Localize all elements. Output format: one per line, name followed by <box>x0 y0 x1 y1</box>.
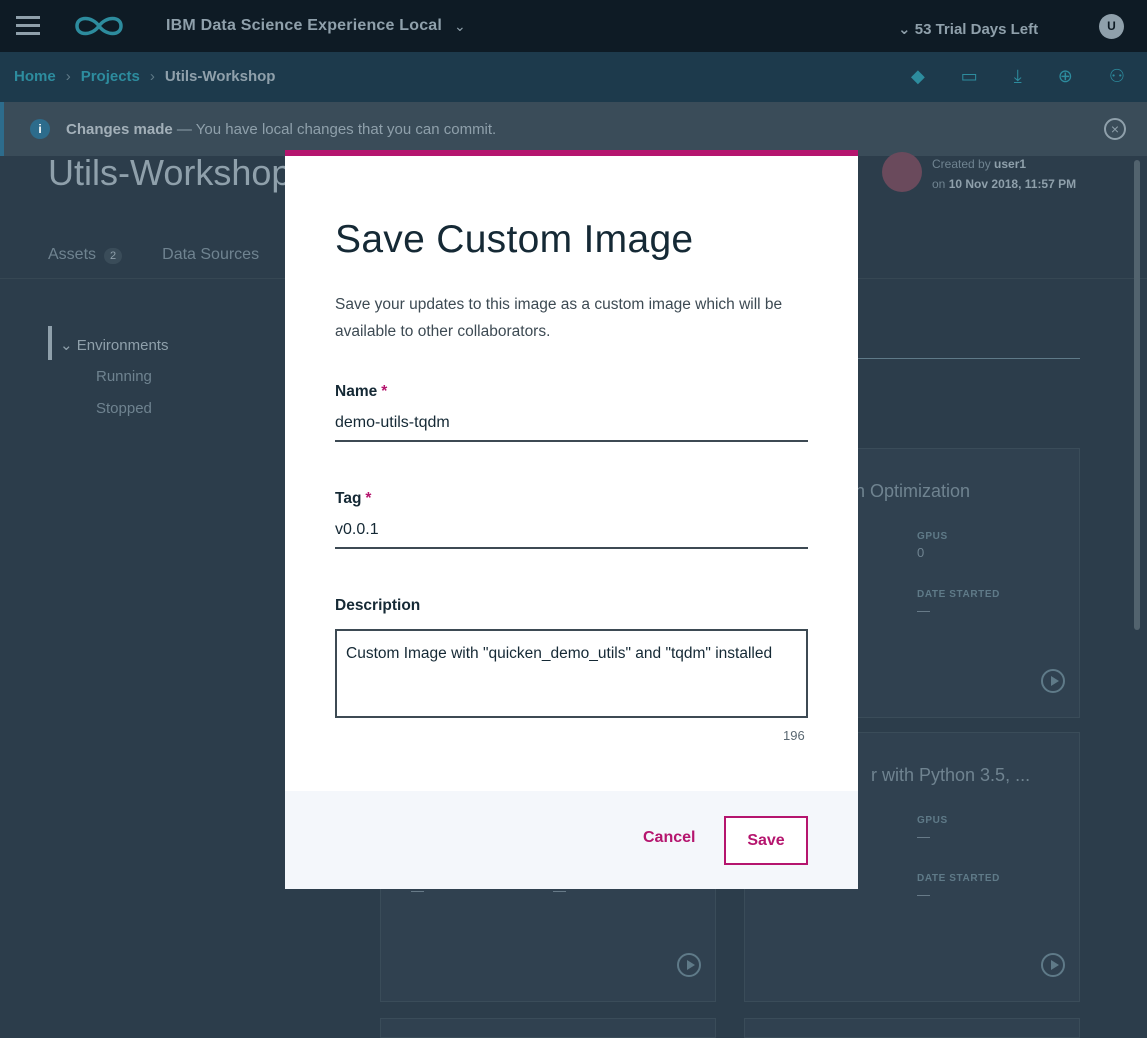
info-icon: i <box>30 119 50 139</box>
modal-accent-bar <box>285 150 858 156</box>
trial-days-indicator[interactable]: ⌄ 53 Trial Days Left <box>898 20 1038 38</box>
tag-label-text: Tag <box>335 490 362 507</box>
sidebar-item-running[interactable]: Running <box>96 368 152 385</box>
breadcrumb-projects[interactable]: Projects <box>81 68 140 85</box>
top-header: IBM Data Science Experience Local ⌄ ⌄ 53… <box>0 0 1147 52</box>
breadcrumb-current: Utils-Workshop <box>164 68 276 85</box>
required-marker: * <box>381 383 388 400</box>
description-label: Description <box>335 597 421 614</box>
breadcrumb-home[interactable]: Home <box>14 68 56 85</box>
created-on-prefix: on <box>932 177 946 191</box>
tab-assets[interactable]: Assets 2 <box>48 246 123 264</box>
breadcrumb-separator-icon: › <box>149 68 155 85</box>
date-started-label: DATE STARTED <box>917 873 1000 884</box>
tag-label: Tag * <box>335 490 371 508</box>
save-button[interactable]: Save <box>724 816 808 865</box>
save-custom-image-modal: Save Custom Image Save your updates to t… <box>285 150 858 889</box>
gpus-value: 0 <box>917 545 925 560</box>
user-avatar[interactable]: U <box>1099 14 1124 39</box>
changes-notification: i Changes made — You have local changes … <box>0 102 1147 156</box>
sidebar-item-stopped[interactable]: Stopped <box>96 400 152 417</box>
gpus-label: GPUS <box>917 531 948 542</box>
collaborators-icon[interactable]: ⚇ <box>1109 66 1125 87</box>
environment-card[interactable] <box>380 1018 716 1038</box>
breadcrumb-bar: Home › Projects › Utils-Workshop ◆ ▭ ⤓ ⊕… <box>0 52 1147 102</box>
created-on-date: 10 Nov 2018, 11:57 PM <box>948 177 1077 191</box>
play-icon[interactable] <box>1041 669 1065 693</box>
hamburger-menu-icon[interactable] <box>16 16 40 36</box>
gpus-value: — <box>917 829 930 844</box>
environment-card[interactable] <box>744 1018 1080 1038</box>
modal-title: Save Custom Image <box>335 218 694 261</box>
project-tabs: Assets 2 Data Sources <box>48 246 259 264</box>
close-icon[interactable]: × <box>1104 118 1126 140</box>
created-by-label: Created by <box>932 157 991 171</box>
name-label: Name * <box>335 383 387 401</box>
play-icon[interactable] <box>677 953 701 977</box>
created-by-user: user1 <box>994 157 1027 171</box>
add-icon[interactable]: ⊕ <box>1058 66 1073 87</box>
sidebar-item-environments[interactable]: ⌄ Environments <box>60 336 168 354</box>
chevron-down-icon[interactable]: ⌄ <box>454 18 466 35</box>
card-title: on Optimization <box>845 481 971 501</box>
character-count: 196 <box>783 728 805 743</box>
modal-description: Save your updates to this image as a cus… <box>335 296 783 340</box>
notification-message: — You have local changes that you can co… <box>172 121 497 138</box>
infinity-logo-icon[interactable] <box>74 14 124 38</box>
gpus-label: GPUS <box>917 815 948 826</box>
product-name[interactable]: IBM Data Science Experience Local <box>166 17 442 35</box>
project-title: Utils-Workshop <box>48 152 292 193</box>
tag-field[interactable] <box>335 513 808 549</box>
git-icon[interactable]: ◆ <box>911 66 925 87</box>
date-started-label: DATE STARTED <box>917 589 1000 600</box>
divider <box>858 358 1080 359</box>
toolbar-icons: ◆ ▭ ⤓ ⊕ ⚇ <box>911 66 1125 87</box>
terminal-icon[interactable]: ▭ <box>961 66 978 87</box>
card-title: r with Python 3.5, ... <box>871 765 1031 785</box>
sidebar-item-label: Environments <box>76 337 169 354</box>
cancel-button[interactable]: Cancel <box>643 829 695 847</box>
count-badge: 2 <box>104 248 123 264</box>
breadcrumb-separator-icon: › <box>65 68 71 85</box>
name-field[interactable] <box>335 406 808 442</box>
trial-days-text: 53 Trial Days Left <box>914 21 1039 38</box>
notification-title: Changes made <box>66 121 173 138</box>
description-field[interactable]: Custom Image with "quicken_demo_utils" a… <box>335 629 808 718</box>
name-label-text: Name <box>335 383 378 400</box>
notification-text: Changes made — You have local changes th… <box>66 121 496 138</box>
avatar <box>882 152 922 192</box>
date-started-value: — <box>917 887 930 902</box>
download-icon[interactable]: ⤓ <box>1014 66 1022 87</box>
date-started-value: — <box>917 603 930 618</box>
created-info: Created by user1 on 10 Nov 2018, 11:57 P… <box>932 154 1076 194</box>
tab-data-sources[interactable]: Data Sources <box>162 246 259 264</box>
tab-label: Assets <box>48 246 97 263</box>
breadcrumb: Home › Projects › Utils-Workshop <box>14 68 275 85</box>
scrollbar[interactable] <box>1134 160 1140 630</box>
play-icon[interactable] <box>1041 953 1065 977</box>
modal-footer: Cancel Save <box>285 791 858 889</box>
required-marker: * <box>365 490 372 507</box>
selected-indicator <box>48 326 52 360</box>
